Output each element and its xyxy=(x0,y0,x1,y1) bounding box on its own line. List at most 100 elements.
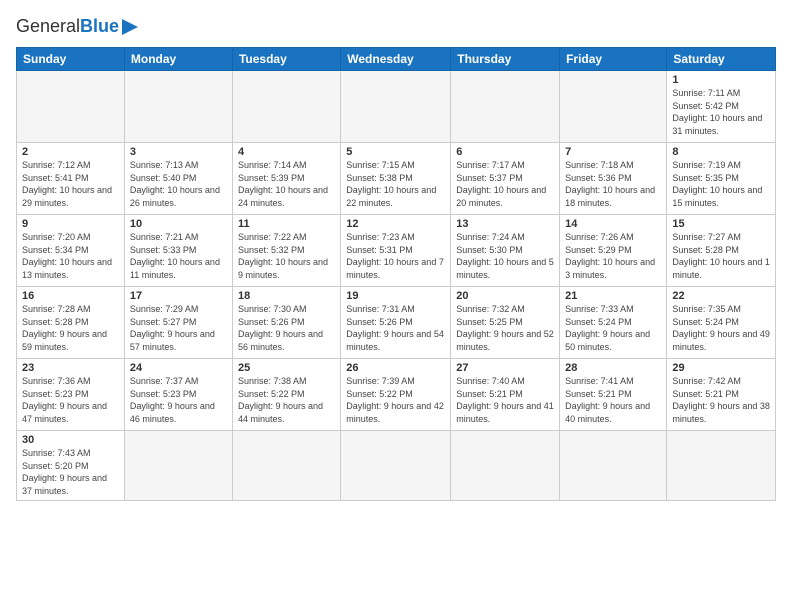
header: General Blue xyxy=(16,16,776,37)
day-info: Sunrise: 7:38 AM Sunset: 5:22 PM Dayligh… xyxy=(238,375,335,425)
logo: General Blue xyxy=(16,16,138,37)
day-number: 1 xyxy=(672,74,770,86)
day-header-sunday: Sunday xyxy=(17,48,125,71)
day-number: 12 xyxy=(346,218,445,230)
day-number: 20 xyxy=(456,290,554,302)
day-info: Sunrise: 7:33 AM Sunset: 5:24 PM Dayligh… xyxy=(565,303,661,353)
day-number: 18 xyxy=(238,290,335,302)
day-info: Sunrise: 7:36 AM Sunset: 5:23 PM Dayligh… xyxy=(22,375,119,425)
calendar-cell: 29Sunrise: 7:42 AM Sunset: 5:21 PM Dayli… xyxy=(667,359,776,431)
day-number: 6 xyxy=(456,146,554,158)
day-number: 22 xyxy=(672,290,770,302)
calendar-cell: 30Sunrise: 7:43 AM Sunset: 5:20 PM Dayli… xyxy=(17,431,125,501)
calendar-cell: 8Sunrise: 7:19 AM Sunset: 5:35 PM Daylig… xyxy=(667,143,776,215)
day-info: Sunrise: 7:26 AM Sunset: 5:29 PM Dayligh… xyxy=(565,231,661,281)
day-info: Sunrise: 7:14 AM Sunset: 5:39 PM Dayligh… xyxy=(238,159,335,209)
day-info: Sunrise: 7:41 AM Sunset: 5:21 PM Dayligh… xyxy=(565,375,661,425)
calendar-cell: 21Sunrise: 7:33 AM Sunset: 5:24 PM Dayli… xyxy=(560,287,667,359)
day-number: 15 xyxy=(672,218,770,230)
day-number: 13 xyxy=(456,218,554,230)
calendar-cell: 20Sunrise: 7:32 AM Sunset: 5:25 PM Dayli… xyxy=(451,287,560,359)
calendar-header-row: SundayMondayTuesdayWednesdayThursdayFrid… xyxy=(17,48,776,71)
day-number: 21 xyxy=(565,290,661,302)
calendar-cell: 5Sunrise: 7:15 AM Sunset: 5:38 PM Daylig… xyxy=(341,143,451,215)
calendar-cell: 11Sunrise: 7:22 AM Sunset: 5:32 PM Dayli… xyxy=(232,215,340,287)
calendar-cell: 13Sunrise: 7:24 AM Sunset: 5:30 PM Dayli… xyxy=(451,215,560,287)
calendar-cell: 2Sunrise: 7:12 AM Sunset: 5:41 PM Daylig… xyxy=(17,143,125,215)
calendar-cell xyxy=(232,431,340,501)
calendar-cell: 10Sunrise: 7:21 AM Sunset: 5:33 PM Dayli… xyxy=(124,215,232,287)
day-header-saturday: Saturday xyxy=(667,48,776,71)
day-info: Sunrise: 7:42 AM Sunset: 5:21 PM Dayligh… xyxy=(672,375,770,425)
day-info: Sunrise: 7:40 AM Sunset: 5:21 PM Dayligh… xyxy=(456,375,554,425)
calendar-week-5: 30Sunrise: 7:43 AM Sunset: 5:20 PM Dayli… xyxy=(17,431,776,501)
day-info: Sunrise: 7:30 AM Sunset: 5:26 PM Dayligh… xyxy=(238,303,335,353)
day-number: 4 xyxy=(238,146,335,158)
day-number: 7 xyxy=(565,146,661,158)
day-number: 27 xyxy=(456,362,554,374)
day-number: 24 xyxy=(130,362,227,374)
day-number: 19 xyxy=(346,290,445,302)
calendar-cell: 16Sunrise: 7:28 AM Sunset: 5:28 PM Dayli… xyxy=(17,287,125,359)
calendar-week-1: 2Sunrise: 7:12 AM Sunset: 5:41 PM Daylig… xyxy=(17,143,776,215)
calendar-cell xyxy=(341,71,451,143)
calendar-cell: 22Sunrise: 7:35 AM Sunset: 5:24 PM Dayli… xyxy=(667,287,776,359)
calendar-cell: 27Sunrise: 7:40 AM Sunset: 5:21 PM Dayli… xyxy=(451,359,560,431)
day-number: 9 xyxy=(22,218,119,230)
calendar-cell xyxy=(560,431,667,501)
calendar-cell: 18Sunrise: 7:30 AM Sunset: 5:26 PM Dayli… xyxy=(232,287,340,359)
day-number: 16 xyxy=(22,290,119,302)
calendar-cell: 28Sunrise: 7:41 AM Sunset: 5:21 PM Dayli… xyxy=(560,359,667,431)
calendar-cell: 12Sunrise: 7:23 AM Sunset: 5:31 PM Dayli… xyxy=(341,215,451,287)
calendar-cell xyxy=(17,71,125,143)
day-header-thursday: Thursday xyxy=(451,48,560,71)
logo-blue: Blue xyxy=(80,16,119,37)
calendar-cell: 24Sunrise: 7:37 AM Sunset: 5:23 PM Dayli… xyxy=(124,359,232,431)
calendar-cell xyxy=(451,431,560,501)
calendar-cell: 23Sunrise: 7:36 AM Sunset: 5:23 PM Dayli… xyxy=(17,359,125,431)
day-number: 11 xyxy=(238,218,335,230)
day-info: Sunrise: 7:12 AM Sunset: 5:41 PM Dayligh… xyxy=(22,159,119,209)
day-number: 2 xyxy=(22,146,119,158)
calendar-cell xyxy=(341,431,451,501)
calendar-cell: 19Sunrise: 7:31 AM Sunset: 5:26 PM Dayli… xyxy=(341,287,451,359)
day-info: Sunrise: 7:31 AM Sunset: 5:26 PM Dayligh… xyxy=(346,303,445,353)
calendar: SundayMondayTuesdayWednesdayThursdayFrid… xyxy=(16,47,776,501)
calendar-cell xyxy=(124,71,232,143)
day-number: 5 xyxy=(346,146,445,158)
calendar-cell: 15Sunrise: 7:27 AM Sunset: 5:28 PM Dayli… xyxy=(667,215,776,287)
calendar-cell: 4Sunrise: 7:14 AM Sunset: 5:39 PM Daylig… xyxy=(232,143,340,215)
day-info: Sunrise: 7:23 AM Sunset: 5:31 PM Dayligh… xyxy=(346,231,445,281)
day-info: Sunrise: 7:32 AM Sunset: 5:25 PM Dayligh… xyxy=(456,303,554,353)
day-info: Sunrise: 7:24 AM Sunset: 5:30 PM Dayligh… xyxy=(456,231,554,281)
day-header-monday: Monday xyxy=(124,48,232,71)
day-number: 26 xyxy=(346,362,445,374)
day-number: 17 xyxy=(130,290,227,302)
day-info: Sunrise: 7:20 AM Sunset: 5:34 PM Dayligh… xyxy=(22,231,119,281)
day-info: Sunrise: 7:15 AM Sunset: 5:38 PM Dayligh… xyxy=(346,159,445,209)
day-number: 28 xyxy=(565,362,661,374)
day-number: 14 xyxy=(565,218,661,230)
calendar-cell xyxy=(232,71,340,143)
calendar-week-2: 9Sunrise: 7:20 AM Sunset: 5:34 PM Daylig… xyxy=(17,215,776,287)
calendar-cell: 9Sunrise: 7:20 AM Sunset: 5:34 PM Daylig… xyxy=(17,215,125,287)
calendar-cell: 14Sunrise: 7:26 AM Sunset: 5:29 PM Dayli… xyxy=(560,215,667,287)
page: General Blue SundayMondayTuesdayWednesda… xyxy=(0,0,792,612)
day-number: 25 xyxy=(238,362,335,374)
calendar-cell: 26Sunrise: 7:39 AM Sunset: 5:22 PM Dayli… xyxy=(341,359,451,431)
day-number: 30 xyxy=(22,434,119,446)
day-info: Sunrise: 7:18 AM Sunset: 5:36 PM Dayligh… xyxy=(565,159,661,209)
calendar-week-4: 23Sunrise: 7:36 AM Sunset: 5:23 PM Dayli… xyxy=(17,359,776,431)
day-number: 10 xyxy=(130,218,227,230)
calendar-week-0: 1Sunrise: 7:11 AM Sunset: 5:42 PM Daylig… xyxy=(17,71,776,143)
day-info: Sunrise: 7:43 AM Sunset: 5:20 PM Dayligh… xyxy=(22,447,119,497)
day-number: 29 xyxy=(672,362,770,374)
calendar-cell xyxy=(124,431,232,501)
logo-icon xyxy=(122,19,138,35)
day-info: Sunrise: 7:29 AM Sunset: 5:27 PM Dayligh… xyxy=(130,303,227,353)
day-header-tuesday: Tuesday xyxy=(232,48,340,71)
day-info: Sunrise: 7:11 AM Sunset: 5:42 PM Dayligh… xyxy=(672,87,770,137)
day-info: Sunrise: 7:19 AM Sunset: 5:35 PM Dayligh… xyxy=(672,159,770,209)
day-info: Sunrise: 7:35 AM Sunset: 5:24 PM Dayligh… xyxy=(672,303,770,353)
day-info: Sunrise: 7:27 AM Sunset: 5:28 PM Dayligh… xyxy=(672,231,770,281)
